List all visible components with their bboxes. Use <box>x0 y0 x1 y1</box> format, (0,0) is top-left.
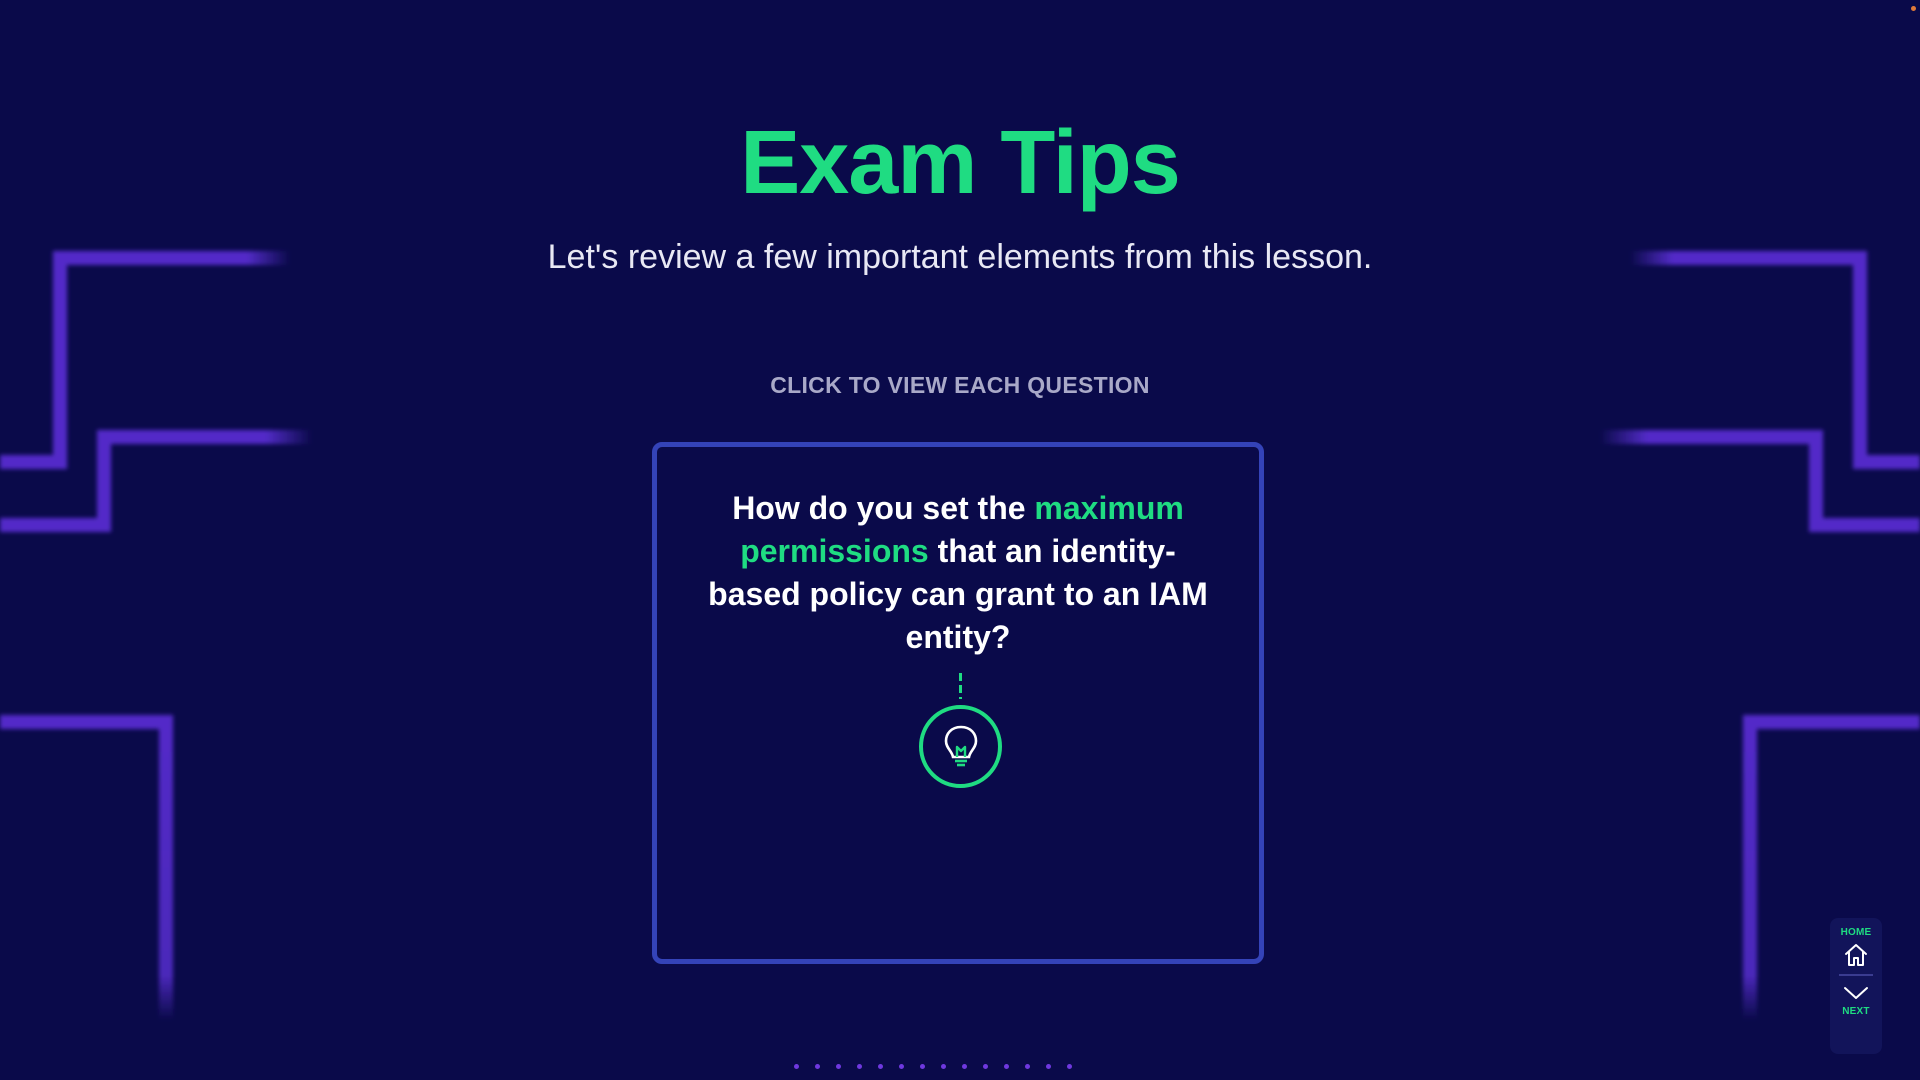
pagination-dot[interactable] <box>899 1064 904 1069</box>
next-button[interactable]: NEXT <box>1842 984 1870 1017</box>
reveal-answer-button[interactable] <box>919 705 1002 788</box>
pagination-dot[interactable] <box>815 1064 820 1069</box>
question-text: How do you set the maximum permissions t… <box>697 487 1219 659</box>
page-title: Exam Tips <box>740 113 1181 213</box>
home-icon <box>1845 944 1867 966</box>
lightbulb-icon <box>944 725 977 766</box>
nav-divider <box>1839 974 1873 976</box>
connector-line <box>959 673 962 699</box>
pagination-dot[interactable] <box>962 1064 967 1069</box>
pagination-dot[interactable] <box>1046 1064 1051 1069</box>
page-subtitle: Let's review a few important elements fr… <box>547 238 1373 276</box>
chevron-down-icon <box>1843 987 1868 999</box>
pagination-dot[interactable] <box>1067 1064 1072 1069</box>
pagination-dots <box>794 1064 1072 1069</box>
pagination-dot[interactable] <box>794 1064 799 1069</box>
pagination-dot[interactable] <box>941 1064 946 1069</box>
pagination-dot[interactable] <box>1004 1064 1009 1069</box>
slide: Exam Tips Let's review a few important e… <box>0 0 1920 1080</box>
pagination-dot[interactable] <box>857 1064 862 1069</box>
pagination-dot[interactable] <box>836 1064 841 1069</box>
pagination-dot[interactable] <box>1025 1064 1030 1069</box>
question-text-part1: How do you set the <box>732 490 1035 526</box>
pagination-dot[interactable] <box>878 1064 883 1069</box>
question-card[interactable]: How do you set the maximum permissions t… <box>652 442 1264 964</box>
status-dot <box>1911 6 1916 11</box>
home-button[interactable]: HOME <box>1841 918 1872 968</box>
pagination-dot[interactable] <box>983 1064 988 1069</box>
next-label: NEXT <box>1842 1006 1870 1017</box>
instruction-text: CLICK TO VIEW EACH QUESTION <box>770 372 1150 398</box>
nav-panel: HOME NEXT <box>1830 918 1882 1054</box>
home-label: HOME <box>1840 927 1872 938</box>
pagination-dot[interactable] <box>920 1064 925 1069</box>
